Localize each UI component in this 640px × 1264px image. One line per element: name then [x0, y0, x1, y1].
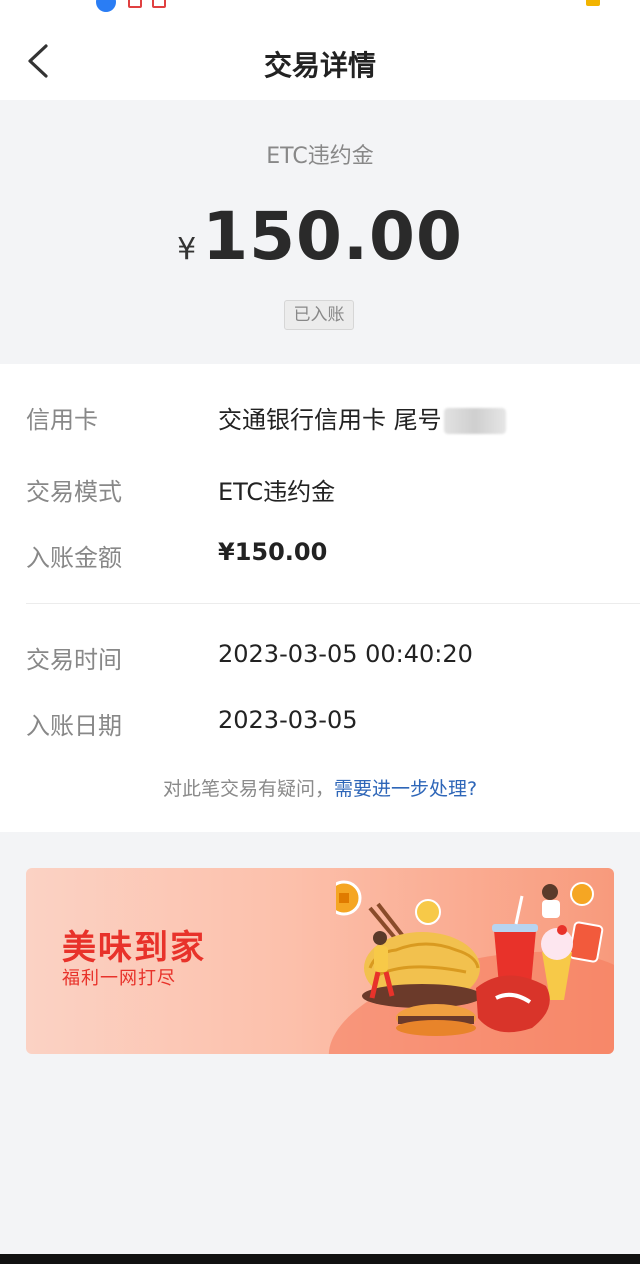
help-row: 对此笔交易有疑问，需要进一步处理? — [0, 774, 640, 801]
help-text: 对此笔交易有疑问， — [162, 778, 334, 800]
detail-value-card: 交通银行信用卡 尾号 — [218, 400, 506, 435]
transaction-amount: 150.00 — [202, 198, 463, 275]
amount-summary: ETC违约金 ¥150.00 已入账 — [0, 100, 640, 364]
detail-value: 2023-03-05 00:40:20 — [218, 640, 473, 668]
system-nav-bar — [0, 1254, 640, 1264]
further-processing-link[interactable]: 需要进一步处理? — [334, 778, 477, 800]
food-illustration — [336, 880, 604, 1036]
status-badge: 已入账 — [284, 300, 354, 330]
page-title: 交易详情 — [263, 49, 376, 82]
detail-value: 2023-03-05 — [218, 706, 358, 734]
detail-value: ¥150.00 — [218, 538, 328, 566]
battery-icon — [586, 0, 600, 6]
detail-row-posted-amount: 入账金额 ¥150.00 — [0, 534, 640, 574]
app-notification-icon — [152, 0, 166, 8]
detail-label: 信用卡 — [26, 406, 98, 434]
status-bar — [0, 0, 640, 14]
masked-card-number — [443, 408, 506, 434]
notification-icon — [96, 0, 116, 12]
detail-label: 交易模式 — [26, 478, 122, 506]
detail-row-time: 交易时间 2023-03-05 00:40:20 — [0, 636, 640, 676]
detail-label: 入账日期 — [26, 712, 122, 740]
detail-label: 交易时间 — [26, 646, 122, 674]
app-header: 交易详情 — [0, 14, 640, 100]
detail-value: ETC违约金 — [218, 478, 336, 506]
card-name: 交通银行信用卡 尾号 — [218, 406, 442, 434]
app-notification-icon — [128, 0, 142, 8]
currency-symbol: ¥ — [177, 232, 197, 267]
detail-row-posted-date: 入账日期 2023-03-05 — [0, 702, 640, 742]
detail-label: 入账金额 — [26, 544, 122, 572]
divider — [26, 603, 640, 604]
detail-row-card: 信用卡 交通银行信用卡 尾号 — [0, 396, 640, 436]
promo-banner[interactable]: 美味到家 福利一网打尽 — [26, 868, 614, 1054]
banner-title: 美味到家 — [62, 928, 206, 968]
transaction-details: 信用卡 交通银行信用卡 尾号 交易模式 ETC违约金 入账金额 ¥150.00 … — [0, 364, 640, 832]
amount-row: ¥150.00 — [0, 198, 640, 275]
banner-subtitle: 福利一网打尽 — [62, 968, 176, 989]
detail-row-mode: 交易模式 ETC违约金 — [0, 468, 640, 508]
transaction-type-label: ETC违约金 — [266, 144, 374, 169]
